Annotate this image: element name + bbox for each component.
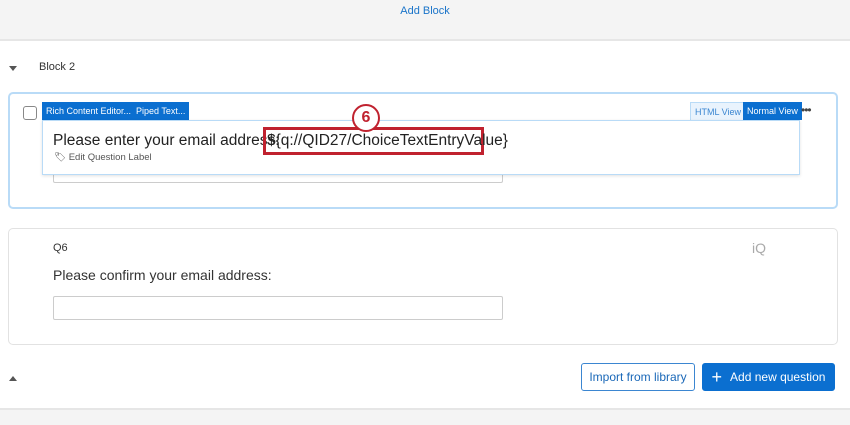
edit-question-label-text: Edit Question Label bbox=[68, 152, 152, 163]
annotation-badge: 6 bbox=[352, 104, 380, 132]
tab-html-view[interactable]: HTML View bbox=[690, 102, 747, 120]
add-block-link[interactable]: Add Block bbox=[0, 5, 850, 17]
collapse-caret-icon[interactable] bbox=[9, 66, 17, 71]
tab-piped-text[interactable]: Piped Text... bbox=[132, 102, 190, 120]
q5-prompt: Please enter your email address: bbox=[53, 132, 280, 149]
iq-icon: iQ bbox=[752, 240, 766, 256]
add-new-question-label: Add new question bbox=[730, 370, 826, 384]
piped-text-highlight: ${q://QID27/ChoiceTextEntryValue} bbox=[263, 127, 508, 155]
tag-icon: 🏷︎ bbox=[54, 152, 67, 163]
block-title[interactable]: Block 2 bbox=[39, 61, 75, 73]
edit-question-label-link[interactable]: 🏷︎ Edit Question Label bbox=[54, 152, 152, 163]
expand-caret-icon[interactable] bbox=[9, 376, 17, 381]
tab-rich-content-editor[interactable]: Rich Content Editor... bbox=[42, 102, 136, 120]
plus-icon: + bbox=[711, 367, 723, 387]
question-checkbox[interactable] bbox=[23, 106, 37, 120]
tab-normal-view[interactable]: Normal View bbox=[743, 102, 802, 120]
q6-label: Q6 bbox=[53, 242, 68, 254]
more-options-icon[interactable]: ••• bbox=[801, 103, 812, 117]
question-card-q6[interactable] bbox=[8, 228, 838, 345]
bottom-bar bbox=[0, 408, 850, 425]
import-from-library-button[interactable]: Import from library bbox=[581, 363, 695, 391]
q6-prompt: Please confirm your email address: bbox=[53, 267, 272, 283]
q6-text-entry[interactable] bbox=[53, 296, 503, 320]
add-new-question-button[interactable]: + Add new question bbox=[702, 363, 835, 391]
